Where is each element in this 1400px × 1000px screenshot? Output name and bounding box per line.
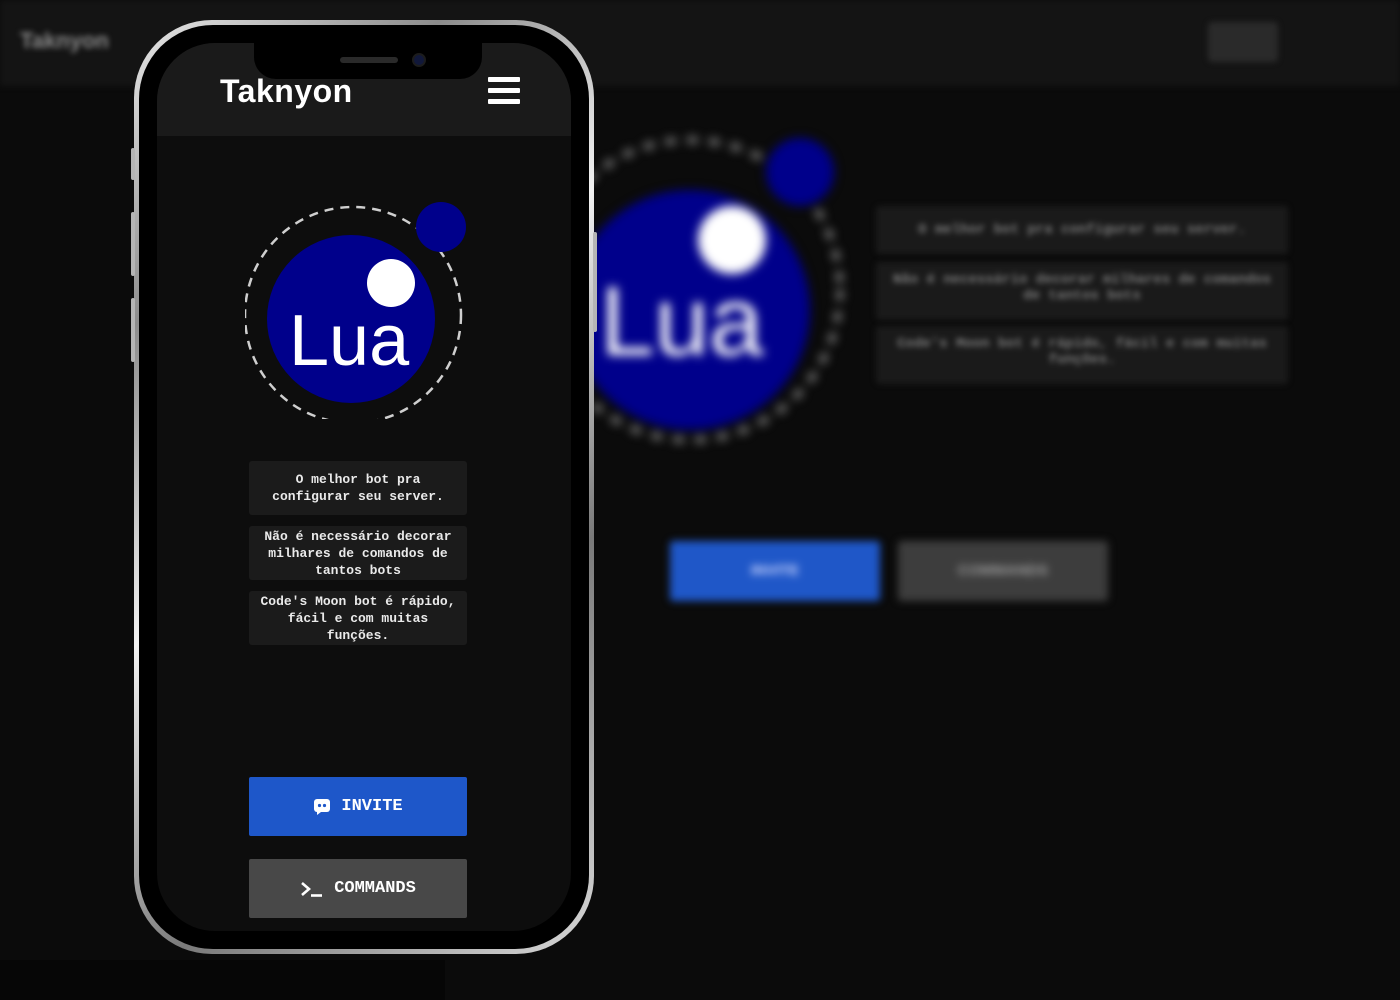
desktop-invite-button: INVITE bbox=[670, 541, 880, 601]
commands-label: COMMANDS bbox=[334, 879, 416, 898]
desktop-commands-button: COMMANDS bbox=[898, 541, 1108, 601]
desktop-nav-button bbox=[1208, 22, 1278, 62]
earpiece-speaker bbox=[340, 57, 398, 63]
floor-shadow bbox=[0, 960, 445, 1000]
phone-volume-down bbox=[131, 298, 135, 362]
desktop-description-2: Não é necessário decorar milhares de com… bbox=[876, 262, 1288, 320]
desktop-description-1: O melhor bot pra configurar seu server. bbox=[876, 206, 1288, 254]
commands-button[interactable]: COMMANDS bbox=[249, 859, 467, 918]
invite-button[interactable]: INVITE bbox=[249, 777, 467, 836]
lua-logo: Lua bbox=[245, 202, 466, 419]
phone-frame: Taknyon Lua O melhor bot pra configurar … bbox=[131, 20, 597, 954]
phone-power-button bbox=[593, 232, 597, 332]
desktop-nav-link bbox=[1335, 22, 1400, 62]
terminal-prompt-icon bbox=[300, 880, 324, 898]
phone-bezel: Taknyon Lua O melhor bot pra configurar … bbox=[139, 25, 589, 949]
phone-silent-switch bbox=[131, 148, 135, 180]
desktop-description-3: Code's Moon bot é rápido, fácil e com mu… bbox=[876, 326, 1288, 384]
description-card-1: O melhor bot pra configurar seu server. bbox=[249, 461, 467, 515]
desktop-brand-title: Taknyon bbox=[20, 28, 109, 53]
phone-screen: Taknyon Lua O melhor bot pra configurar … bbox=[157, 43, 571, 931]
description-card-2: Não é necessário decorar milhares de com… bbox=[249, 526, 467, 580]
front-camera bbox=[412, 53, 426, 67]
hamburger-menu-icon[interactable] bbox=[488, 77, 520, 105]
invite-label: INVITE bbox=[341, 797, 403, 816]
desktop-lua-logo: Lua bbox=[560, 137, 843, 443]
phone-volume-up bbox=[131, 212, 135, 276]
description-card-3: Code's Moon bot é rápido, fácil e com mu… bbox=[249, 591, 467, 645]
svg-text:Lua: Lua bbox=[289, 301, 410, 381]
svg-text:Lua: Lua bbox=[600, 266, 764, 376]
phone-notch bbox=[254, 43, 482, 79]
discord-icon bbox=[313, 798, 331, 816]
